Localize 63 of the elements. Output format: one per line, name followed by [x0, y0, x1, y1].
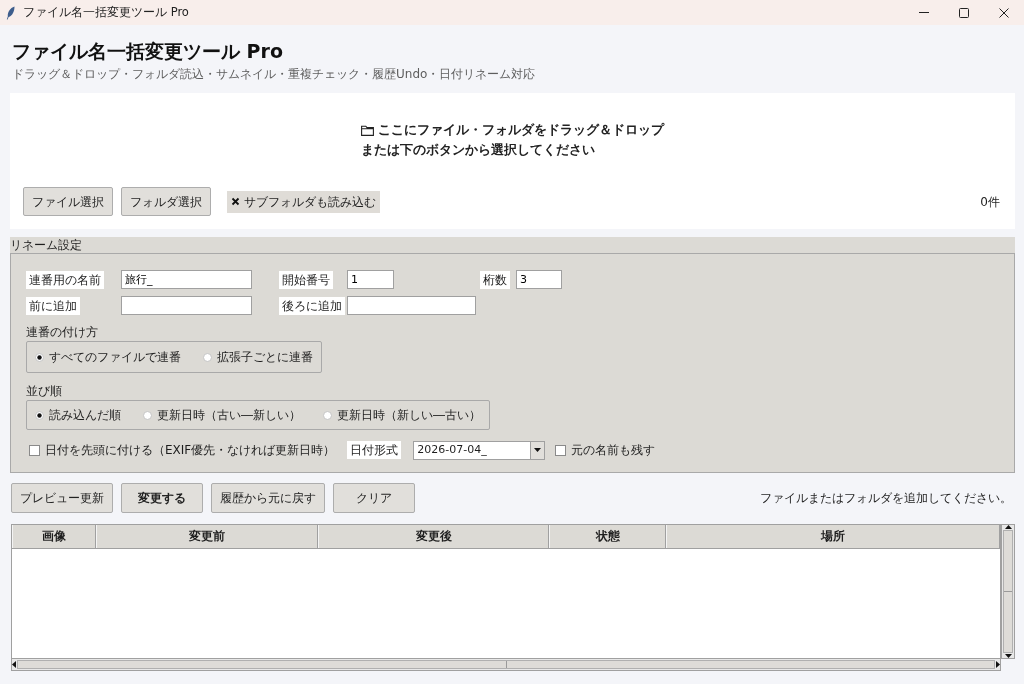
radio-icon[interactable]	[143, 410, 152, 420]
radio-option[interactable]: すべてのファイルで連番	[35, 348, 181, 366]
action-button[interactable]: プレビュー更新	[11, 483, 113, 513]
radio-icon[interactable]	[203, 352, 212, 362]
horizontal-scrollbar[interactable]	[11, 659, 1001, 671]
text-input[interactable]	[121, 296, 252, 315]
window-title: ファイル名一括変更ツール Pro	[23, 3, 189, 21]
action-button[interactable]: クリア	[333, 483, 415, 513]
checkbox-icon[interactable]	[555, 444, 567, 456]
column-header[interactable]: 変更前	[96, 525, 318, 548]
folder-icon	[361, 124, 374, 136]
app-title: ファイル名一括変更ツール Pro	[11, 39, 284, 64]
scrollbar-thumb[interactable]	[1003, 530, 1013, 653]
text-input[interactable]: 旅行_	[121, 270, 252, 289]
text-input[interactable]	[347, 296, 476, 315]
right-arrow-icon[interactable]	[996, 661, 1000, 668]
section-title: リネーム設定	[10, 237, 83, 253]
field-label: 日付形式	[347, 441, 402, 459]
select-button[interactable]: ファイル選択	[23, 187, 113, 216]
left-arrow-icon[interactable]	[12, 661, 16, 668]
column-header[interactable]: 画像	[12, 525, 96, 548]
drop-area[interactable]: ここにファイル・フォルダをドラッグ＆ドロップ または下のボタンから選択してください ファイル選択 フォルダ選択 サブフォルダも読み込む 0件	[10, 93, 1015, 229]
field-label: 開始番号	[279, 270, 333, 289]
select-button[interactable]: フォルダ選択	[121, 187, 211, 216]
checkbox-icon[interactable]	[29, 444, 40, 456]
field-label: 後ろに追加	[279, 296, 345, 315]
date-format-select[interactable]: 2026-07-04_	[413, 440, 546, 460]
radio-option[interactable]: 読み込んだ順	[35, 406, 121, 424]
keep-name-checkbox[interactable]: 元の名前も残す	[555, 441, 656, 459]
group-label: 連番の付け方	[26, 324, 99, 340]
field-label: 前に追加	[26, 296, 80, 315]
feather-icon	[6, 5, 15, 20]
radio-icon[interactable]	[323, 410, 332, 420]
text-input[interactable]: 1	[347, 270, 394, 289]
radio-option[interactable]: 拡張子ごとに連番	[203, 348, 313, 366]
file-count: 0件	[980, 193, 1000, 211]
radio-option[interactable]: 更新日時（古い―新しい）	[143, 406, 301, 424]
date-prefix-checkbox[interactable]: 日付を先頭に付ける（EXIF優先・なければ更新日時）	[29, 441, 336, 459]
caret-icon[interactable]	[534, 448, 542, 452]
up-arrow-icon[interactable]	[1004, 525, 1012, 529]
action-button[interactable]: 変更する	[121, 483, 203, 513]
drop-instruction: ここにファイル・フォルダをドラッグ＆ドロップ	[378, 121, 664, 139]
text-input[interactable]: 3	[516, 270, 562, 289]
group-label: 並び順	[26, 383, 63, 399]
status-message: ファイルまたはフォルダを追加してください。	[760, 490, 1012, 507]
action-button[interactable]: 履歴から元に戻す	[211, 483, 325, 513]
column-header[interactable]: 場所	[666, 525, 1000, 548]
vertical-scrollbar[interactable]	[1001, 524, 1015, 659]
column-header[interactable]: 変更後	[318, 525, 549, 548]
radio-icon[interactable]	[35, 410, 44, 420]
down-arrow-icon[interactable]	[1004, 654, 1012, 658]
radio-icon[interactable]	[35, 352, 44, 362]
drop-instruction: または下のボタンから選択してください	[361, 141, 595, 159]
checkbox-icon[interactable]	[231, 197, 240, 206]
subfolder-checkbox[interactable]: サブフォルダも読み込む	[227, 190, 380, 213]
field-label: 連番用の名前	[26, 270, 104, 289]
maximize-icon[interactable]	[959, 7, 969, 18]
radio-option[interactable]: 更新日時（新しい―古い）	[323, 406, 481, 424]
close-icon[interactable]	[999, 7, 1009, 18]
column-header[interactable]: 状態	[549, 525, 666, 548]
scrollbar-thumb[interactable]	[17, 660, 995, 669]
app-subtitle: ドラッグ＆ドロップ・フォルダ読込・サムネイル・重複チェック・履歴Undo・日付リネーム対応	[11, 66, 537, 83]
field-label: 桁数	[480, 270, 510, 289]
